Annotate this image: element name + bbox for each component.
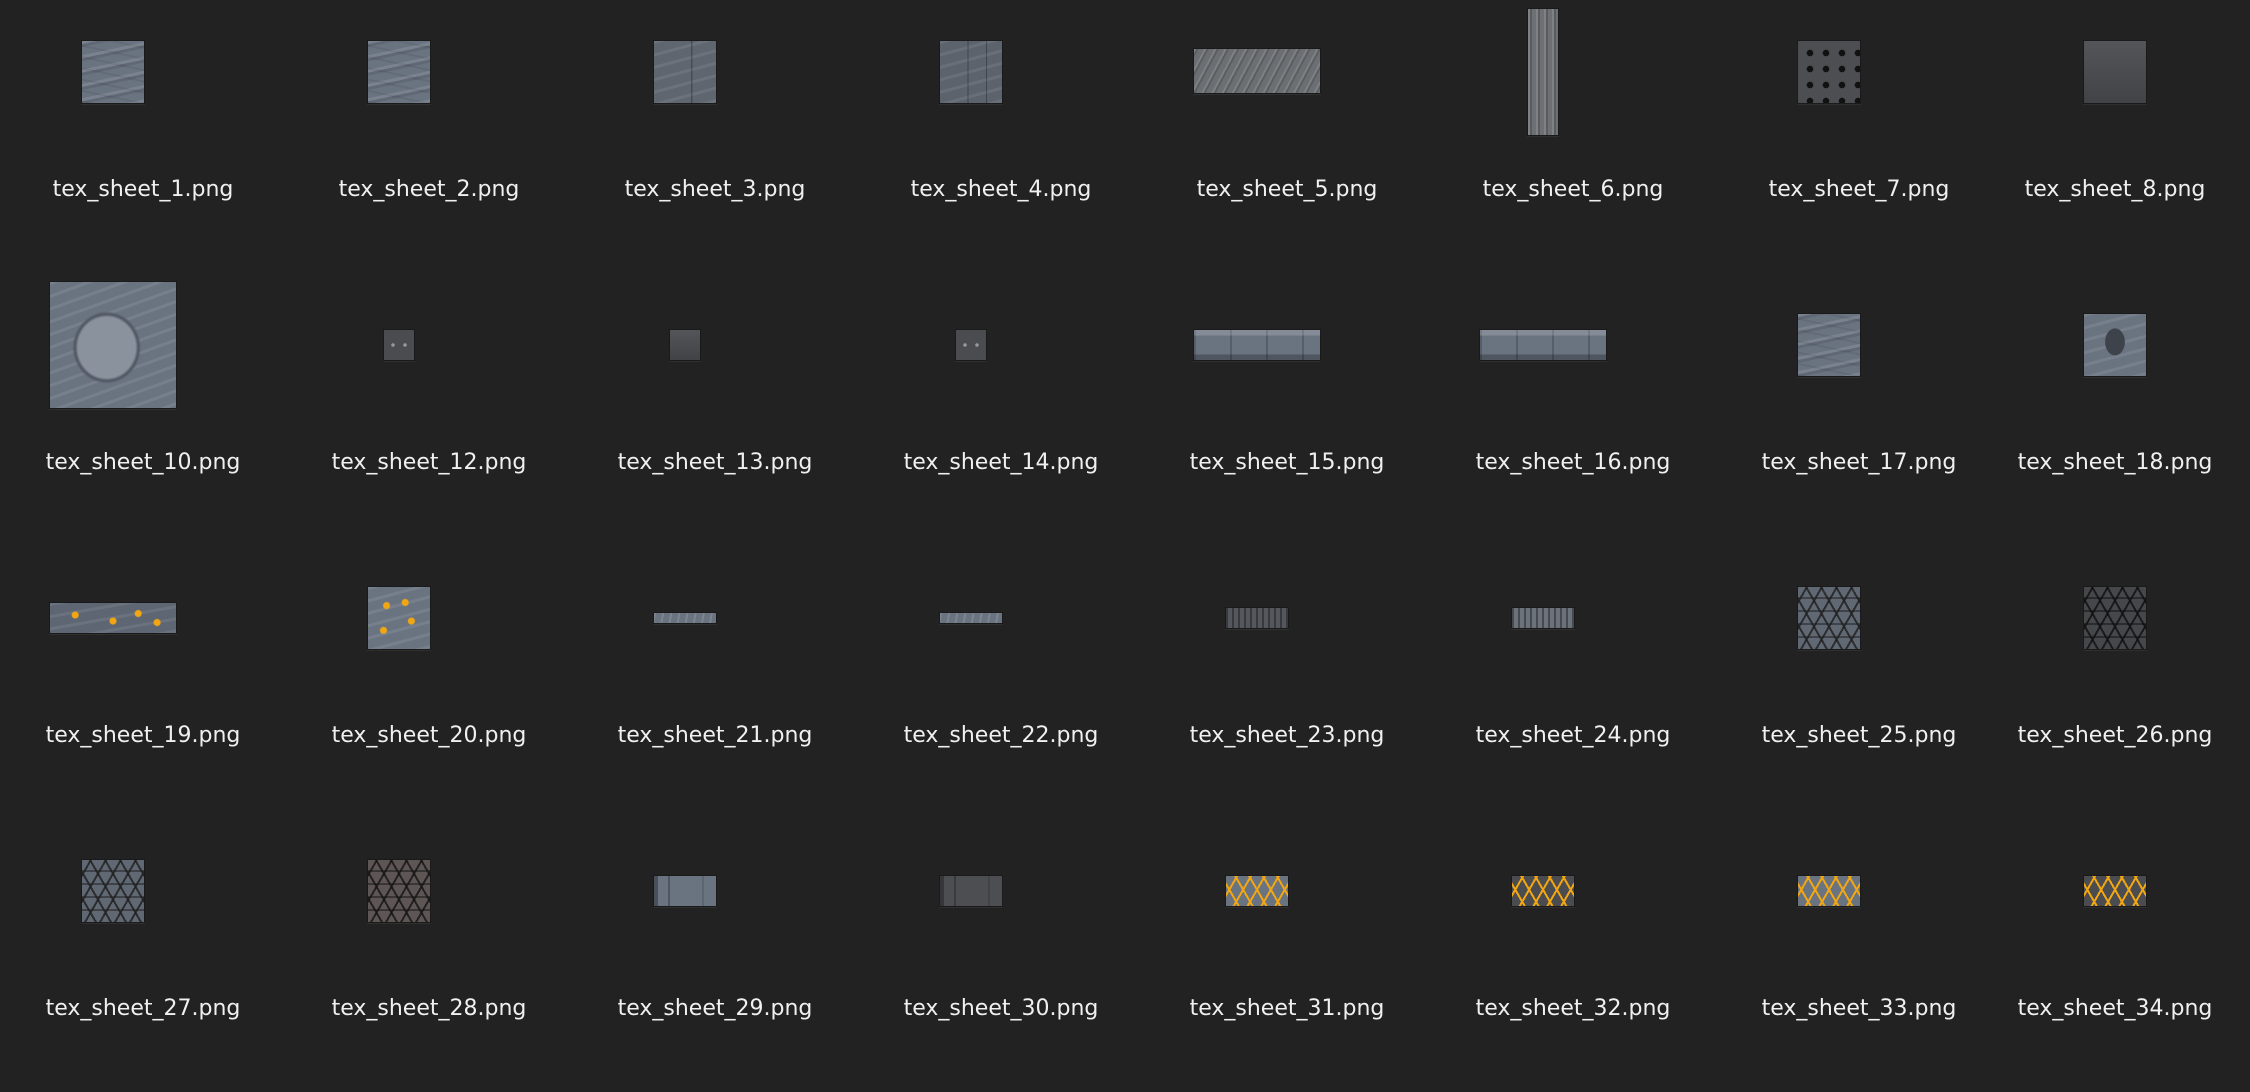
thumbnail-image (367, 586, 431, 650)
thumbnail-image (49, 281, 177, 409)
file-name-label: tex_sheet_13.png (617, 450, 813, 475)
file-item[interactable]: tex_sheet_5.png (1144, 0, 1430, 273)
file-name-label: tex_sheet_3.png (624, 177, 806, 202)
file-item[interactable]: tex_sheet_26.png (2002, 546, 2250, 819)
thumbnail-image (1797, 875, 1861, 907)
file-name-label: tex_sheet_24.png (1475, 723, 1671, 748)
file-item[interactable]: tex_sheet_1.png (0, 0, 286, 273)
file-name-label: tex_sheet_7.png (1768, 177, 1950, 202)
thumbnail-image (81, 859, 145, 923)
thumbnail-image (1797, 313, 1861, 377)
file-name-label: tex_sheet_5.png (1196, 177, 1378, 202)
file-item[interactable]: tex_sheet_18.png (2002, 273, 2250, 546)
file-name-label: tex_sheet_22.png (903, 723, 1099, 748)
thumbnail-image (1225, 607, 1289, 629)
file-name-label: tex_sheet_16.png (1475, 450, 1671, 475)
file-name-label: tex_sheet_2.png (338, 177, 520, 202)
file-name-label: tex_sheet_28.png (331, 996, 527, 1021)
file-item[interactable]: tex_sheet_7.png (1716, 0, 2002, 273)
file-name-label: tex_sheet_30.png (903, 996, 1099, 1021)
thumbnail-image (939, 40, 1003, 104)
file-item[interactable]: tex_sheet_24.png (1430, 546, 1716, 819)
thumbnail-image (2083, 40, 2147, 104)
file-item[interactable]: tex_sheet_20.png (286, 546, 572, 819)
file-name-label: tex_sheet_15.png (1189, 450, 1385, 475)
thumbnail-image (653, 875, 717, 907)
file-name-label: tex_sheet_31.png (1189, 996, 1385, 1021)
file-name-label: tex_sheet_32.png (1475, 996, 1671, 1021)
file-item[interactable]: tex_sheet_27.png (0, 819, 286, 1092)
file-name-label: tex_sheet_8.png (2024, 177, 2206, 202)
file-item[interactable]: tex_sheet_14.png (858, 273, 1144, 546)
file-item[interactable]: tex_sheet_25.png (1716, 546, 2002, 819)
thumbnail-image (1797, 40, 1861, 104)
file-item[interactable]: tex_sheet_23.png (1144, 546, 1430, 819)
thumbnail-image (939, 612, 1003, 624)
file-item[interactable]: tex_sheet_34.png (2002, 819, 2250, 1092)
thumbnail-image (1193, 48, 1321, 94)
thumbnail-image (2083, 586, 2147, 650)
thumbnail-image (1193, 329, 1321, 361)
file-item[interactable]: tex_sheet_28.png (286, 819, 572, 1092)
file-name-label: tex_sheet_1.png (52, 177, 234, 202)
file-item[interactable]: tex_sheet_8.png (2002, 0, 2250, 273)
file-name-label: tex_sheet_17.png (1761, 450, 1957, 475)
file-item[interactable]: tex_sheet_2.png (286, 0, 572, 273)
file-name-label: tex_sheet_4.png (910, 177, 1092, 202)
file-name-label: tex_sheet_12.png (331, 450, 527, 475)
file-name-label: tex_sheet_18.png (2017, 450, 2213, 475)
file-name-label: tex_sheet_25.png (1761, 723, 1957, 748)
thumbnail-image (1225, 875, 1289, 907)
file-item[interactable]: tex_sheet_15.png (1144, 273, 1430, 546)
file-name-label: tex_sheet_20.png (331, 723, 527, 748)
file-item[interactable]: tex_sheet_10.png (0, 273, 286, 546)
file-item[interactable]: tex_sheet_30.png (858, 819, 1144, 1092)
thumbnail-image (653, 40, 717, 104)
file-name-label: tex_sheet_34.png (2017, 996, 2213, 1021)
thumbnail-image (2083, 875, 2147, 907)
file-name-label: tex_sheet_19.png (45, 723, 241, 748)
file-item[interactable]: tex_sheet_4.png (858, 0, 1144, 273)
thumbnail-image (383, 329, 415, 361)
file-item[interactable]: tex_sheet_19.png (0, 546, 286, 819)
file-name-label: tex_sheet_14.png (903, 450, 1099, 475)
file-item[interactable]: tex_sheet_3.png (572, 0, 858, 273)
file-name-label: tex_sheet_10.png (45, 450, 241, 475)
file-item[interactable]: tex_sheet_22.png (858, 546, 1144, 819)
thumbnail-image (955, 329, 987, 361)
thumbnail-image (1511, 607, 1575, 629)
file-item[interactable]: tex_sheet_17.png (1716, 273, 2002, 546)
thumbnail-image (1479, 329, 1607, 361)
file-name-label: tex_sheet_23.png (1189, 723, 1385, 748)
thumbnail-image (1511, 875, 1575, 907)
file-item[interactable]: tex_sheet_32.png (1430, 819, 1716, 1092)
file-item[interactable]: tex_sheet_6.png (1430, 0, 1716, 273)
thumbnail-image (49, 602, 177, 634)
thumbnail-image (653, 612, 717, 624)
file-item[interactable]: tex_sheet_31.png (1144, 819, 1430, 1092)
thumbnail-image (367, 859, 431, 923)
file-item[interactable]: tex_sheet_21.png (572, 546, 858, 819)
thumbnail-image (939, 875, 1003, 907)
file-item[interactable]: tex_sheet_16.png (1430, 273, 1716, 546)
thumbnail-image (2083, 313, 2147, 377)
thumbnail-image (1527, 8, 1559, 136)
thumbnail-image (1797, 586, 1861, 650)
file-name-label: tex_sheet_26.png (2017, 723, 2213, 748)
file-item[interactable]: tex_sheet_13.png (572, 273, 858, 546)
file-name-label: tex_sheet_33.png (1761, 996, 1957, 1021)
file-item[interactable]: tex_sheet_33.png (1716, 819, 2002, 1092)
thumbnail-image (81, 40, 145, 104)
file-name-label: tex_sheet_21.png (617, 723, 813, 748)
file-item[interactable]: tex_sheet_12.png (286, 273, 572, 546)
file-name-label: tex_sheet_29.png (617, 996, 813, 1021)
file-thumbnail-grid: tex_sheet_1.png tex_sheet_2.png tex_shee… (0, 0, 2250, 1036)
file-name-label: tex_sheet_27.png (45, 996, 241, 1021)
file-item[interactable]: tex_sheet_29.png (572, 819, 858, 1092)
thumbnail-image (367, 40, 431, 104)
file-name-label: tex_sheet_6.png (1482, 177, 1664, 202)
thumbnail-image (669, 329, 701, 361)
